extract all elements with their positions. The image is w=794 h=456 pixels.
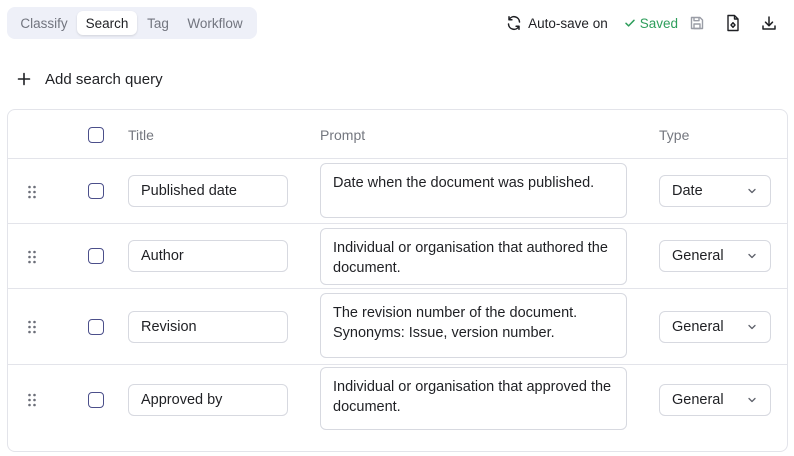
- select-all-checkbox[interactable]: [88, 126, 104, 143]
- tab-bar: Classify Search Tag Workflow: [7, 7, 257, 39]
- column-header-title: Title: [128, 126, 154, 143]
- type-select-value: General: [672, 392, 724, 408]
- row-checkbox[interactable]: [88, 319, 104, 335]
- save-button[interactable]: [684, 10, 710, 36]
- prompt-textarea[interactable]: The revision number of the document. Syn…: [320, 293, 627, 358]
- type-select[interactable]: General: [659, 384, 771, 416]
- prompt-textarea[interactable]: Date when the document was published.: [320, 163, 627, 218]
- chevron-down-icon: [748, 324, 756, 330]
- table-row: Individual or organisation that approved…: [8, 365, 787, 435]
- type-select[interactable]: General: [659, 311, 771, 343]
- title-input[interactable]: [128, 240, 288, 272]
- drag-handle-icon[interactable]: [26, 184, 38, 200]
- table-row: Individual or organisation that authored…: [8, 224, 787, 289]
- title-input[interactable]: [128, 384, 288, 416]
- save-icon: [690, 16, 704, 30]
- drag-handle-icon[interactable]: [26, 249, 38, 265]
- add-search-query-button[interactable]: Add search query: [17, 66, 163, 92]
- row-checkbox[interactable]: [88, 183, 104, 199]
- type-select[interactable]: General: [659, 240, 771, 272]
- download-icon: [762, 16, 776, 30]
- search-query-table: Title Prompt Type Date when the document…: [7, 109, 788, 452]
- autosave-toggle[interactable]: Auto-save on: [506, 15, 608, 31]
- add-search-query-label: Add search query: [45, 70, 163, 88]
- column-header-type: Type: [659, 126, 690, 143]
- chevron-down-icon: [748, 188, 756, 194]
- tab-search[interactable]: Search: [77, 11, 137, 35]
- tab-classify[interactable]: Classify: [11, 11, 77, 35]
- table-row: The revision number of the document. Syn…: [8, 289, 787, 365]
- tab-workflow[interactable]: Workflow: [179, 11, 251, 35]
- file-settings-button[interactable]: [720, 10, 746, 36]
- row-checkbox[interactable]: [88, 392, 104, 408]
- row-checkbox[interactable]: [88, 248, 104, 264]
- file-settings-icon: [727, 14, 739, 32]
- autosave-label: Auto-save on: [528, 15, 608, 31]
- table-row: Date when the document was published. Da…: [8, 159, 787, 224]
- refresh-icon: [507, 15, 521, 31]
- drag-handle-icon[interactable]: [26, 319, 38, 335]
- saved-label: Saved: [639, 15, 678, 31]
- check-icon: [624, 19, 635, 27]
- toolbar: Auto-save on Saved: [506, 10, 782, 36]
- prompt-textarea[interactable]: Individual or organisation that authored…: [320, 228, 627, 285]
- column-header-prompt: Prompt: [320, 126, 366, 143]
- plus-icon: [17, 72, 31, 86]
- type-select-value: Date: [672, 183, 703, 199]
- type-select-value: General: [672, 319, 724, 335]
- type-select-value: General: [672, 248, 724, 264]
- saved-status: Saved: [624, 16, 678, 31]
- table-header: Title Prompt Type: [8, 110, 787, 159]
- select-all-cell: [88, 110, 104, 159]
- chevron-down-icon: [748, 253, 756, 259]
- type-select[interactable]: Date: [659, 175, 771, 207]
- prompt-textarea[interactable]: Individual or organisation that approved…: [320, 367, 627, 430]
- tab-tag[interactable]: Tag: [137, 11, 179, 35]
- title-input[interactable]: [128, 311, 288, 343]
- download-button[interactable]: [756, 10, 782, 36]
- drag-handle-icon[interactable]: [26, 392, 38, 408]
- chevron-down-icon: [748, 397, 756, 403]
- title-input[interactable]: [128, 175, 288, 207]
